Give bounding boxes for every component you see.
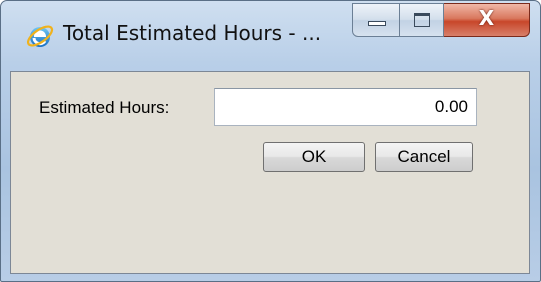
internet-explorer-icon <box>25 21 55 51</box>
maximize-icon <box>414 13 430 27</box>
dialog-window: Total Estimated Hours - ... X Estimated … <box>0 0 541 282</box>
ok-button[interactable]: OK <box>263 142 365 172</box>
window-title: Total Estimated Hours - ... <box>63 21 322 45</box>
caption-buttons: X <box>352 3 530 39</box>
maximize-button[interactable] <box>400 3 444 37</box>
close-icon: X <box>478 6 495 30</box>
minimize-button[interactable] <box>352 3 400 37</box>
title-bar[interactable]: Total Estimated Hours - ... X <box>1 1 540 71</box>
minimize-icon <box>368 21 386 26</box>
estimated-hours-label: Estimated Hours: <box>39 98 170 117</box>
cancel-button[interactable]: Cancel <box>375 142 473 172</box>
dialog-body: Estimated Hours: OK Cancel <box>10 71 530 274</box>
close-button[interactable]: X <box>444 3 530 37</box>
estimated-hours-input[interactable] <box>214 88 477 126</box>
